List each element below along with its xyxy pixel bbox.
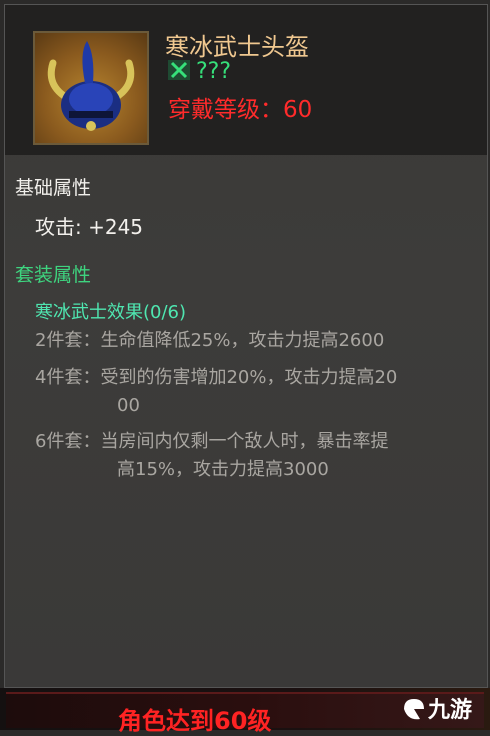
crossed-swords-icon xyxy=(168,60,190,80)
set-piece-4-cont: 00 xyxy=(117,395,140,416)
watermark-logo: 九游 xyxy=(400,692,472,724)
item-icon-frame[interactable] xyxy=(33,31,149,145)
watermark-logo-icon xyxy=(404,699,424,720)
set-effect-title: 寒冰武士效果(0/6) xyxy=(35,302,187,323)
item-header: 寒冰武士头盔 ??? 穿戴等级：60 xyxy=(5,5,487,155)
watermark-text: 九游 xyxy=(428,698,473,723)
required-level: 穿戴等级：60 xyxy=(168,97,313,123)
base-attributes-heading: 基础属性 xyxy=(15,177,92,199)
set-piece-2: 2件套：生命值降低25%，攻击力提高2600 xyxy=(35,330,385,351)
set-piece-6-cont: 高15%，攻击力提高3000 xyxy=(117,459,329,480)
item-name: 寒冰武士头盔 xyxy=(165,33,309,61)
set-piece-4: 4件套：受到的伤害增加20%，攻击力提高20 xyxy=(35,367,398,388)
item-tooltip-panel: 寒冰武士头盔 ??? 穿戴等级：60 基础属性 攻击: +245 套装属性 寒冰… xyxy=(4,4,488,688)
quality-value: ??? xyxy=(196,59,232,84)
set-piece-6: 6件套：当房间内仅剩一个敌人时，暴击率提 xyxy=(35,431,389,452)
item-quality: ??? xyxy=(168,59,231,84)
attack-stat: 攻击: +245 xyxy=(35,215,144,239)
set-bonus-heading: 套装属性 xyxy=(15,264,92,286)
bottom-notice-text: 角色达到60级 xyxy=(118,707,272,735)
blue-horned-helmet-icon xyxy=(47,41,135,131)
